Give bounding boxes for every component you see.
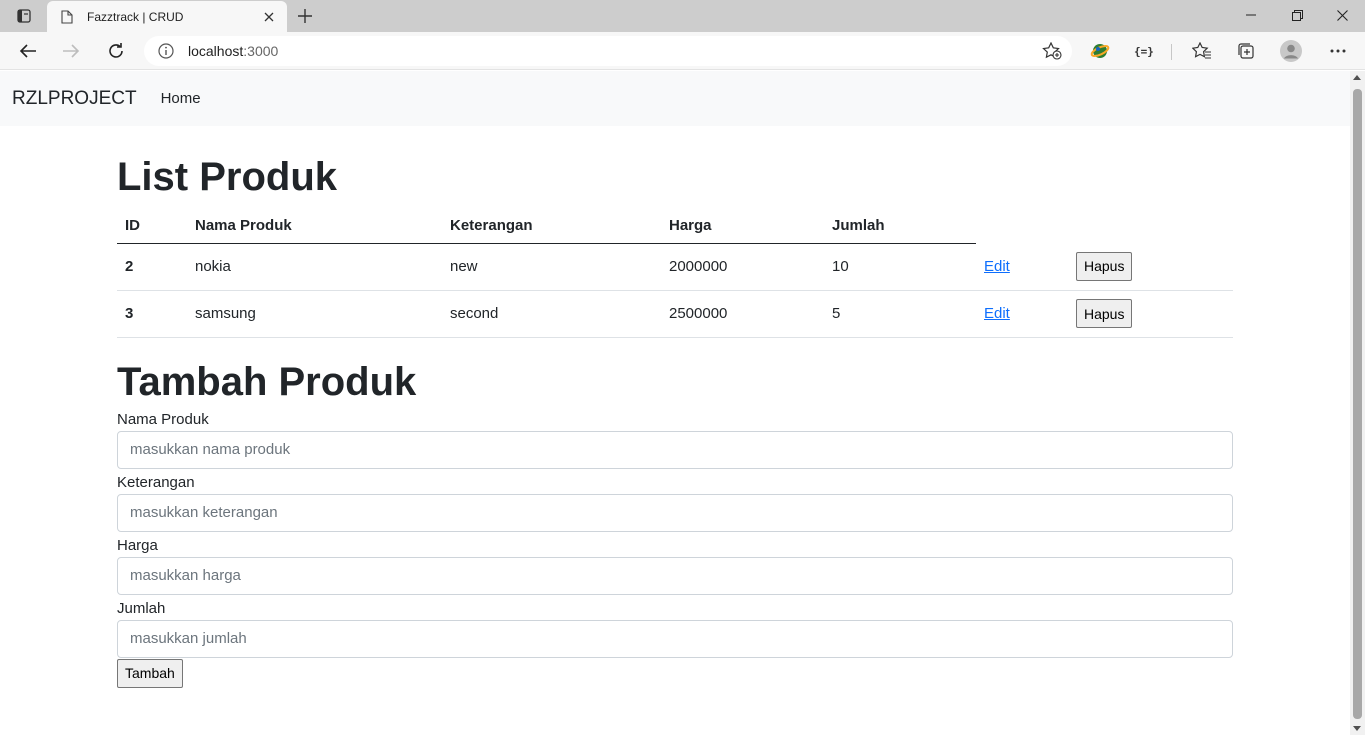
column-header-harga: Harga — [661, 208, 824, 244]
minimize-icon[interactable] — [1228, 0, 1274, 30]
cell-harga: 2500000 — [661, 290, 824, 338]
column-header-id: ID — [117, 208, 187, 244]
cell-hapus: Hapus — [1068, 243, 1233, 291]
cell-nama: nokia — [187, 243, 442, 291]
forward-arrow-icon[interactable] — [56, 37, 86, 65]
url-text: localhost:3000 — [188, 43, 278, 59]
cell-edit: Edit — [976, 290, 1068, 338]
table-row: 3 samsung second 2500000 5 Edit Hapus — [117, 290, 1233, 338]
extension-globe-icon[interactable] — [1089, 40, 1111, 62]
back-arrow-icon[interactable] — [13, 37, 43, 65]
cell-keterangan: second — [442, 290, 661, 338]
column-header-keterangan: Keterangan — [442, 208, 661, 244]
url-port: :3000 — [243, 43, 279, 59]
plus-icon[interactable] — [293, 4, 317, 28]
cell-keterangan: new — [442, 243, 661, 291]
page-viewport: RZLPROJECT Home List Produk ID Nama Prod… — [0, 71, 1350, 735]
scroll-down-arrow-icon[interactable] — [1353, 726, 1361, 731]
cell-jumlah: 5 — [824, 290, 976, 338]
column-header-edit — [976, 208, 1068, 243]
table-header-row: ID Nama Produk Keterangan Harga Jumlah — [117, 208, 1233, 244]
tab-title: Fazztrack | CRUD — [87, 9, 184, 24]
cell-edit: Edit — [976, 243, 1068, 291]
more-icon[interactable] — [1327, 40, 1349, 62]
favorites-icon[interactable] — [1191, 40, 1213, 62]
nav-link-home[interactable]: Home — [161, 90, 201, 107]
main-container: List Produk ID Nama Produk Keterangan Ha… — [117, 126, 1233, 688]
navbar: RZLPROJECT Home — [0, 71, 1350, 126]
reload-icon[interactable] — [101, 37, 131, 65]
form-group-nama: Nama Produk — [117, 408, 1233, 469]
svg-text:{=}: {=} — [1134, 45, 1154, 58]
table-row: 2 nokia new 2000000 10 Edit Hapus — [117, 243, 1233, 291]
add-product-form: Nama Produk Keterangan Harga Jumlah Tamb… — [117, 408, 1233, 688]
cell-hapus: Hapus — [1068, 290, 1233, 338]
url-host: localhost — [188, 43, 244, 59]
toolbar-separator — [1171, 44, 1172, 60]
form-group-jumlah: Jumlah — [117, 597, 1233, 658]
browser-toolbar: localhost:3000 {=} — [0, 32, 1365, 70]
nama-label: Nama Produk — [117, 410, 209, 428]
harga-label: Harga — [117, 536, 158, 554]
product-table: ID Nama Produk Keterangan Harga Jumlah 2… — [117, 208, 1233, 338]
restore-icon[interactable] — [1274, 0, 1320, 30]
list-heading: List Produk — [117, 155, 338, 199]
column-header-nama: Nama Produk — [187, 208, 442, 244]
jumlah-input[interactable] — [117, 619, 1233, 658]
cell-id: 2 — [117, 243, 187, 291]
scrollbar-thumb[interactable] — [1353, 89, 1362, 719]
close-window-icon[interactable] — [1319, 0, 1365, 30]
scroll-up-arrow-icon[interactable] — [1353, 75, 1361, 80]
tambah-button[interactable]: Tambah — [117, 658, 183, 688]
address-bar[interactable]: localhost:3000 — [144, 36, 1072, 66]
star-plus-icon[interactable] — [1042, 41, 1062, 60]
collections-icon[interactable] — [1235, 40, 1257, 62]
form-group-harga: Harga — [117, 534, 1233, 595]
json-braces-icon[interactable]: {=} — [1133, 40, 1155, 62]
page-icon — [59, 9, 75, 25]
nama-produk-input[interactable] — [117, 430, 1233, 469]
info-icon[interactable] — [157, 42, 175, 60]
edit-link[interactable]: Edit — [984, 305, 1010, 322]
column-header-jumlah: Jumlah — [824, 208, 976, 244]
form-group-keterangan: Keterangan — [117, 471, 1233, 532]
jumlah-label: Jumlah — [117, 599, 166, 617]
hapus-button[interactable]: Hapus — [1076, 299, 1133, 328]
navbar-brand[interactable]: RZLPROJECT — [12, 88, 137, 110]
harga-input[interactable] — [117, 556, 1233, 595]
cell-id: 3 — [117, 290, 187, 338]
column-header-hapus — [1068, 208, 1233, 243]
tab-bar: Fazztrack | CRUD — [0, 0, 1365, 32]
close-icon[interactable] — [259, 7, 279, 27]
form-heading: Tambah Produk — [117, 359, 417, 404]
browser-tab[interactable]: Fazztrack | CRUD — [47, 1, 287, 32]
cell-jumlah: 10 — [824, 243, 976, 291]
tab-actions-icon[interactable] — [10, 6, 38, 26]
cell-harga: 2000000 — [661, 243, 824, 291]
hapus-button[interactable]: Hapus — [1076, 251, 1133, 281]
profile-icon[interactable] — [1280, 40, 1302, 62]
keterangan-input[interactable] — [117, 493, 1233, 532]
cell-nama: samsung — [187, 290, 442, 338]
vertical-scrollbar[interactable] — [1350, 71, 1365, 735]
edit-link[interactable]: Edit — [984, 258, 1010, 275]
keterangan-label: Keterangan — [117, 473, 195, 491]
